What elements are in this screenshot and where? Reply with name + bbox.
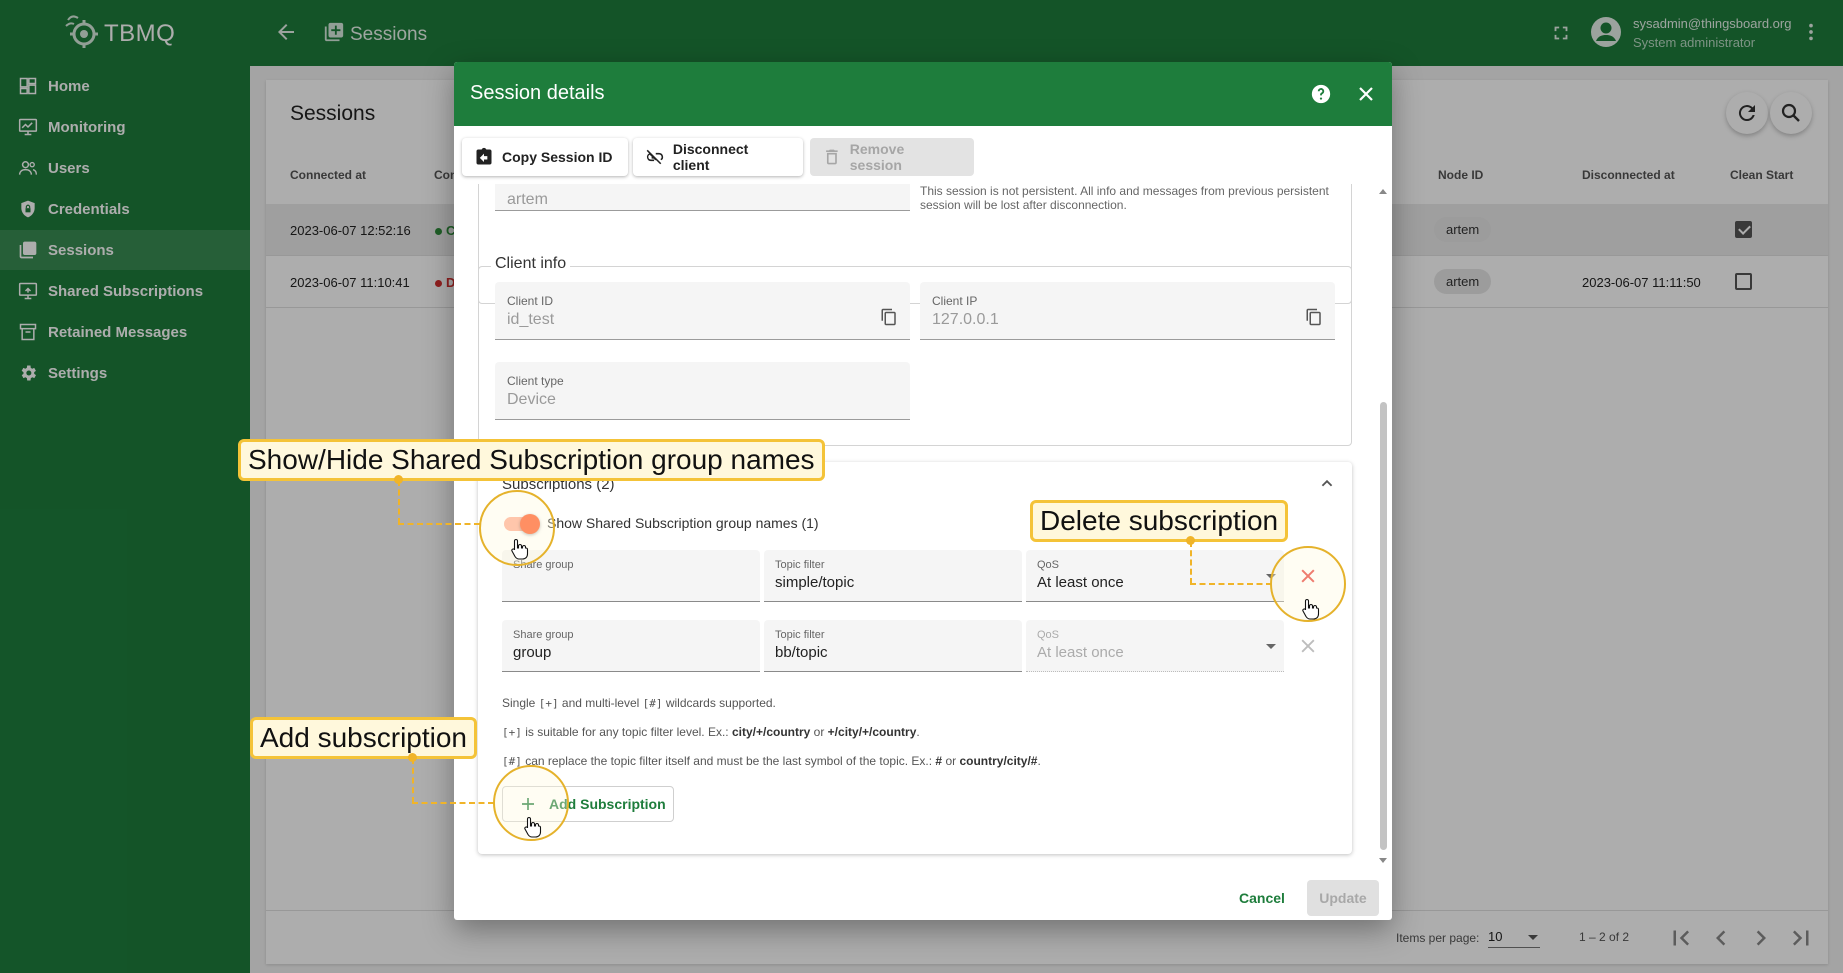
client-type-field: Client type Device [495, 362, 910, 420]
hand-cursor-icon [1302, 598, 1320, 620]
close-icon[interactable] [1354, 82, 1378, 106]
hand-cursor-icon [524, 816, 542, 838]
clipboard-arrow-icon [476, 147, 492, 165]
delete-subscription-icon[interactable] [1298, 636, 1318, 656]
hint-example: +/city/+/country [827, 725, 917, 739]
callout-connector [1190, 583, 1272, 585]
update-button[interactable]: Update [1307, 880, 1379, 916]
wildcard-hint: [#] can replace the topic filter itself … [502, 754, 1041, 768]
client-ip-label: Client IP [932, 294, 978, 308]
qos-label: QoS [1037, 629, 1060, 641]
scroll-up-icon[interactable] [1379, 189, 1387, 194]
session-value: artem [507, 191, 548, 208]
client-ip-value: 127.0.0.1 [932, 311, 999, 328]
callout-add-subscription: Add subscription [250, 717, 478, 759]
callout-delete-subscription: Delete subscription [1030, 500, 1289, 542]
hint-text: wildcards supported. [662, 696, 776, 710]
hint-example: country/city/# [959, 754, 1038, 768]
callout-toggle-group-names: Show/Hide Shared Subscription group name… [238, 439, 825, 481]
hand-cursor-icon [511, 538, 529, 560]
session-persistence-hint: This session is not persistent. All info… [920, 184, 1329, 212]
chevron-down-icon [1266, 644, 1276, 649]
topic-filter-value: simple/topic [775, 574, 855, 591]
client-type-value: Device [507, 391, 556, 408]
remove-session-button[interactable]: Remove session [810, 138, 974, 176]
hint-text: or [810, 725, 828, 739]
qos-label: QoS [1037, 559, 1060, 571]
scroll-down-icon[interactable] [1379, 858, 1387, 863]
client-type-label: Client type [507, 374, 564, 388]
dialog-title: Session details [470, 82, 605, 104]
topic-filter-label: Topic filter [775, 559, 825, 571]
wildcard-hint: Single [+] and multi-level [#] wildcards… [502, 696, 776, 710]
hint-text: can replace the topic filter itself and … [521, 754, 936, 768]
callout-connector [412, 802, 494, 804]
help-icon[interactable] [1310, 83, 1332, 105]
session-field: artem [495, 184, 910, 211]
hint-text: . [916, 725, 920, 739]
client-id-field: Client ID id_test [495, 282, 910, 340]
client-info-legend: Client info [491, 255, 571, 273]
topic-filter-label: Topic filter [775, 629, 825, 641]
topic-filter-value: bb/topic [775, 644, 828, 661]
disconnect-client-button[interactable]: Disconnect client [633, 138, 803, 176]
qos-select[interactable]: QoS At least once [1026, 620, 1284, 672]
chevron-up-icon[interactable] [1316, 472, 1338, 494]
qos-select[interactable]: QoS At least once [1026, 550, 1284, 602]
hint-text: is suitable for any topic filter level. … [521, 725, 732, 739]
client-id-label: Client ID [507, 294, 554, 308]
hint-code: [+] [502, 726, 522, 739]
hint-code: [#] [642, 697, 663, 710]
qos-value: At least once [1037, 644, 1124, 661]
toggle-label: Show Shared Subscription group names (1) [547, 515, 819, 531]
remove-session-label: Remove session [849, 141, 905, 173]
scrollbar-thumb[interactable] [1380, 402, 1387, 850]
cancel-button[interactable]: Cancel [1224, 880, 1300, 916]
hint-code: [+] [538, 697, 559, 710]
link-off-icon [646, 149, 664, 165]
callout-connector [1190, 541, 1192, 584]
callout-connector [398, 523, 480, 525]
callout-connector [412, 758, 414, 803]
client-ip-field: Client IP 127.0.0.1 [920, 282, 1335, 340]
share-group-field[interactable]: Share group group [502, 620, 760, 672]
hint-text: or [942, 754, 960, 768]
copy-session-id-label: Copy Session ID [502, 149, 613, 165]
topic-filter-field[interactable]: Topic filter simple/topic [764, 550, 1022, 602]
hint-text: and multi-level [558, 696, 643, 710]
callout-connector [398, 480, 400, 524]
topic-filter-field[interactable]: Topic filter bb/topic [764, 620, 1022, 672]
copy-icon[interactable] [1305, 308, 1323, 326]
wildcard-hint: [+] is suitable for any topic filter lev… [502, 725, 920, 739]
client-id-value: id_test [507, 311, 555, 328]
copy-session-id-button[interactable]: Copy Session ID [462, 138, 628, 176]
session-details-dialog: Session details Copy Session ID Disconne… [454, 62, 1392, 920]
qos-value: At least once [1037, 574, 1124, 591]
hint-text: . [1037, 754, 1041, 768]
copy-icon[interactable] [880, 308, 898, 326]
disconnect-client-label: Disconnect client [672, 141, 749, 173]
share-group-value: group [513, 644, 552, 661]
hint-example: city/+/country [731, 725, 811, 739]
share-group-label: Share group [513, 629, 574, 641]
share-group-field[interactable]: Share group [502, 550, 760, 602]
hint-text: Single [502, 696, 539, 710]
trash-icon [826, 149, 838, 165]
